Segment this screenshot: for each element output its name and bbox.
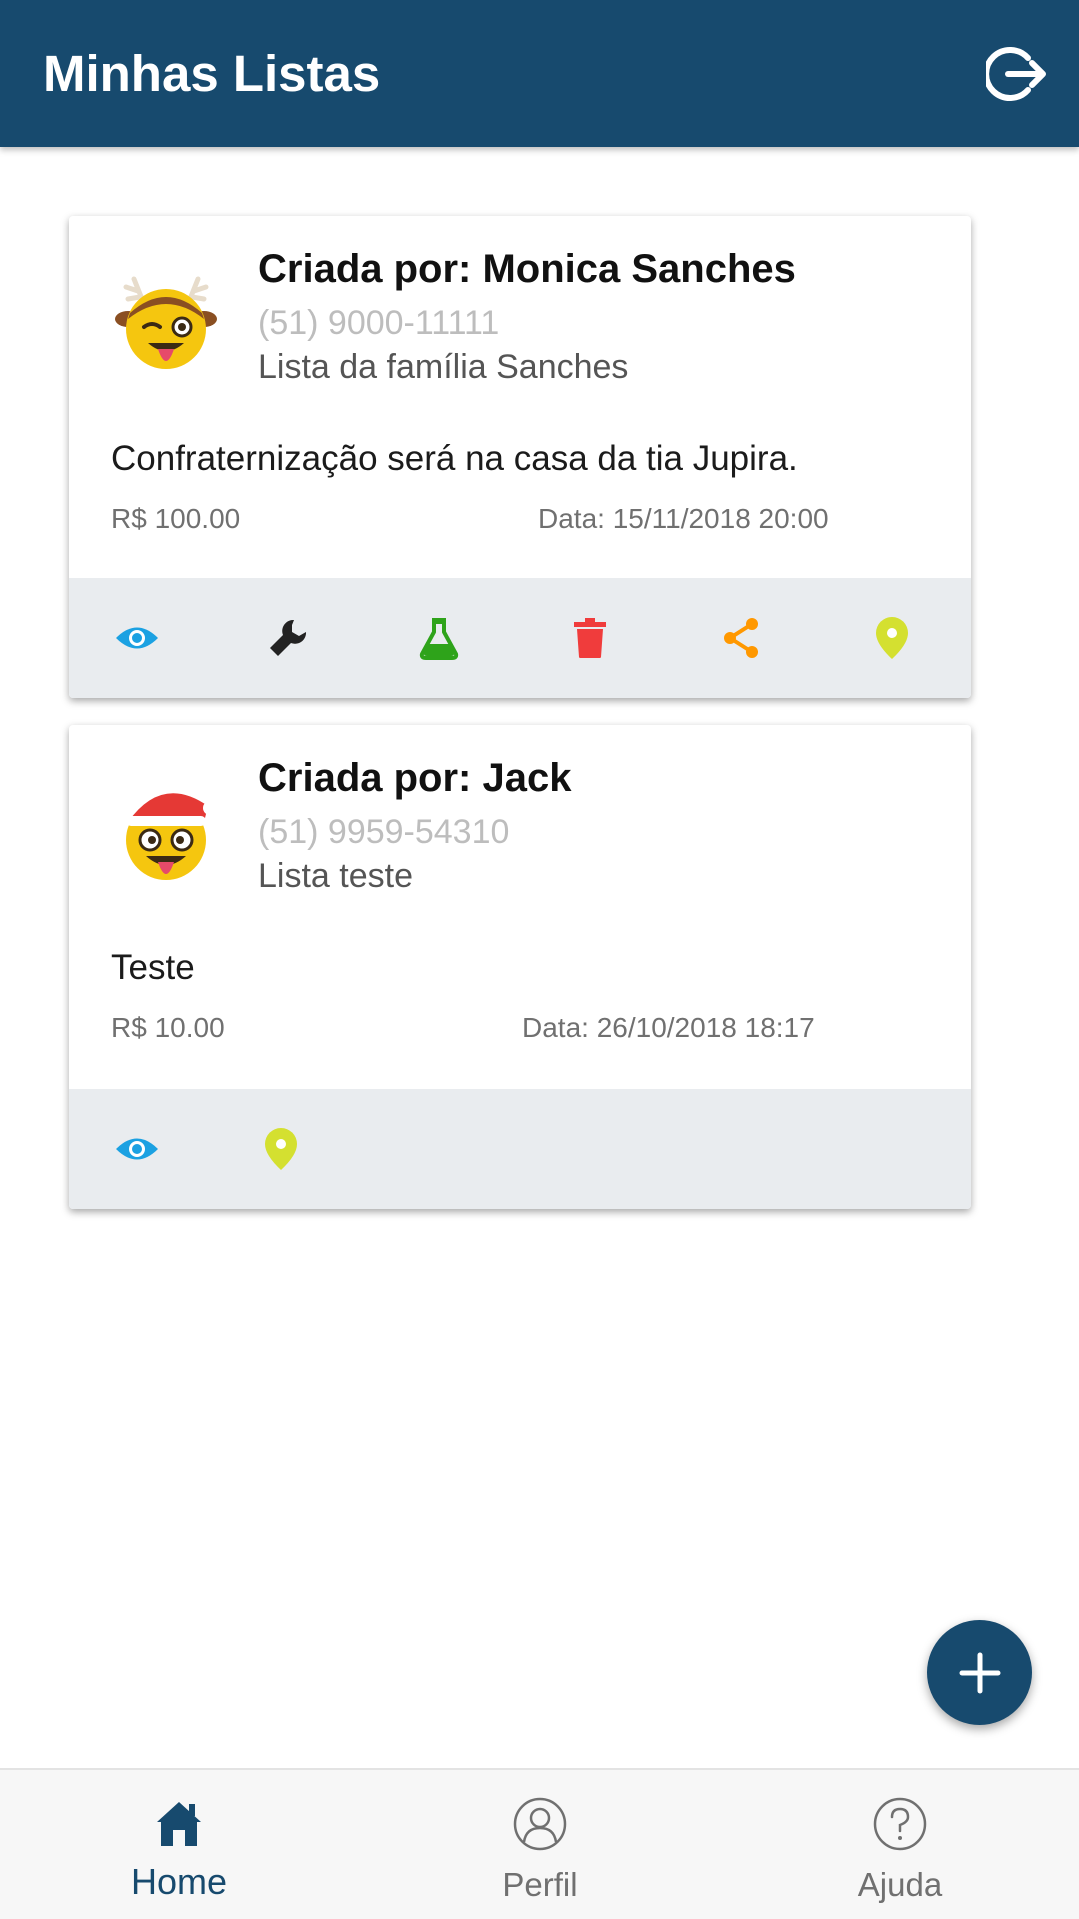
list-price: R$ 10.00 [111, 1012, 225, 1043]
view-button[interactable] [107, 608, 167, 668]
eye-icon [116, 1138, 158, 1160]
list-card[interactable]: Criada por: Jack (51) 9959-54310 Lista t… [69, 725, 971, 1209]
nav-label: Ajuda [857, 1866, 943, 1903]
view-button[interactable] [107, 1119, 167, 1179]
nav-item-perfil[interactable]: Perfil [440, 1770, 640, 1919]
app-bar: Minhas Listas [0, 0, 1079, 147]
wrench-icon [270, 619, 307, 656]
eye-icon [116, 627, 158, 649]
list-description: Confraternização será na casa da tia Jup… [111, 439, 798, 478]
trash-icon [574, 618, 606, 658]
nav-label: Perfil [502, 1866, 578, 1903]
creator-phone: (51) 9959-54310 [258, 813, 510, 851]
nav-label: Home [130, 1861, 228, 1902]
list-price: R$ 100.00 [111, 503, 241, 534]
location-button[interactable] [251, 1119, 311, 1179]
logout-icon [983, 47, 1046, 101]
creator-phone: (51) 9000-11111 [258, 304, 500, 342]
card-actions [69, 578, 971, 698]
santa-hat-emoji-avatar [126, 793, 217, 880]
map-pin-icon [265, 1128, 297, 1170]
nav-item-ajuda[interactable]: Ajuda [800, 1770, 1000, 1919]
share-button[interactable] [711, 608, 771, 668]
delete-button[interactable] [560, 608, 620, 668]
plus-icon [959, 1652, 1000, 1693]
test-button[interactable] [409, 608, 469, 668]
location-button[interactable] [862, 608, 922, 668]
add-list-button[interactable] [927, 1620, 1032, 1725]
share-icon [724, 618, 758, 658]
page-title: Minhas Listas [43, 45, 381, 102]
home-icon [157, 1802, 201, 1846]
edit-button[interactable] [258, 608, 318, 668]
list-creator: Criada por: Monica Sanches [258, 247, 796, 291]
map-pin-icon [876, 617, 908, 659]
help-icon [873, 1797, 927, 1851]
nav-item-home[interactable]: Home [79, 1770, 279, 1919]
list-description: Teste [111, 948, 195, 987]
reindeer-emoji-avatar [115, 276, 217, 369]
list-date: Data: 26/10/2018 18:17 [522, 1012, 815, 1043]
list-card[interactable]: Criada por: Monica Sanches (51) 9000-111… [69, 216, 971, 698]
list-date: Data: 15/11/2018 20:00 [538, 503, 829, 534]
list-name: Lista teste [258, 857, 413, 895]
list-creator: Criada por: Jack [258, 756, 572, 800]
list-name: Lista da família Sanches [258, 348, 629, 386]
bottom-nav: Home Perfil Ajuda [0, 1768, 1079, 1919]
logout-button[interactable] [983, 44, 1050, 104]
user-icon [513, 1797, 567, 1851]
card-actions [69, 1089, 971, 1209]
flask-icon [419, 618, 459, 660]
